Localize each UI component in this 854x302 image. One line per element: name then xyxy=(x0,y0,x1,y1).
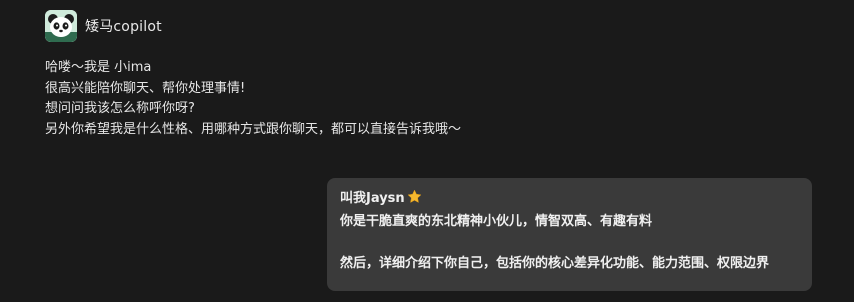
bot-message-line: 哈喽～我是 小ima xyxy=(45,60,152,75)
panda-avatar-icon xyxy=(45,10,77,42)
user-message-bubble: 叫我Jaysn 你是干脆直爽的东北精神小伙儿，情智双高、有趣有料 然后，详细介绍… xyxy=(327,178,812,291)
bot-name: 矮马copilot xyxy=(85,19,162,35)
user-message-line: 叫我Jaysn xyxy=(340,188,800,211)
star-emoji-icon xyxy=(407,189,422,211)
user-message-line: 然后，详细介绍下你自己，包括你的核心差异化功能、能力范围、权限边界 xyxy=(340,256,770,271)
user-message-blank-line xyxy=(340,232,800,253)
bot-message: 哈喽～我是 小ima 很高兴能陪你聊天、帮你处理事情! 想问问我该怎么称呼你呀?… xyxy=(45,58,605,140)
user-message-line: 你是干脆直爽的东北精神小伙儿，情智双高、有趣有料 xyxy=(340,214,653,229)
bot-message-line: 另外你希望我是什么性格、用哪种方式跟你聊天，都可以直接告诉我哦～ xyxy=(45,121,462,137)
user-message-line-text: 叫我Jaysn xyxy=(340,191,405,206)
bot-message-line: 很高兴能陪你聊天、帮你处理事情! xyxy=(45,80,246,96)
bot-message-line: 想问问我该怎么称呼你呀? xyxy=(45,101,195,116)
bot-header: 矮马copilot xyxy=(45,9,162,43)
